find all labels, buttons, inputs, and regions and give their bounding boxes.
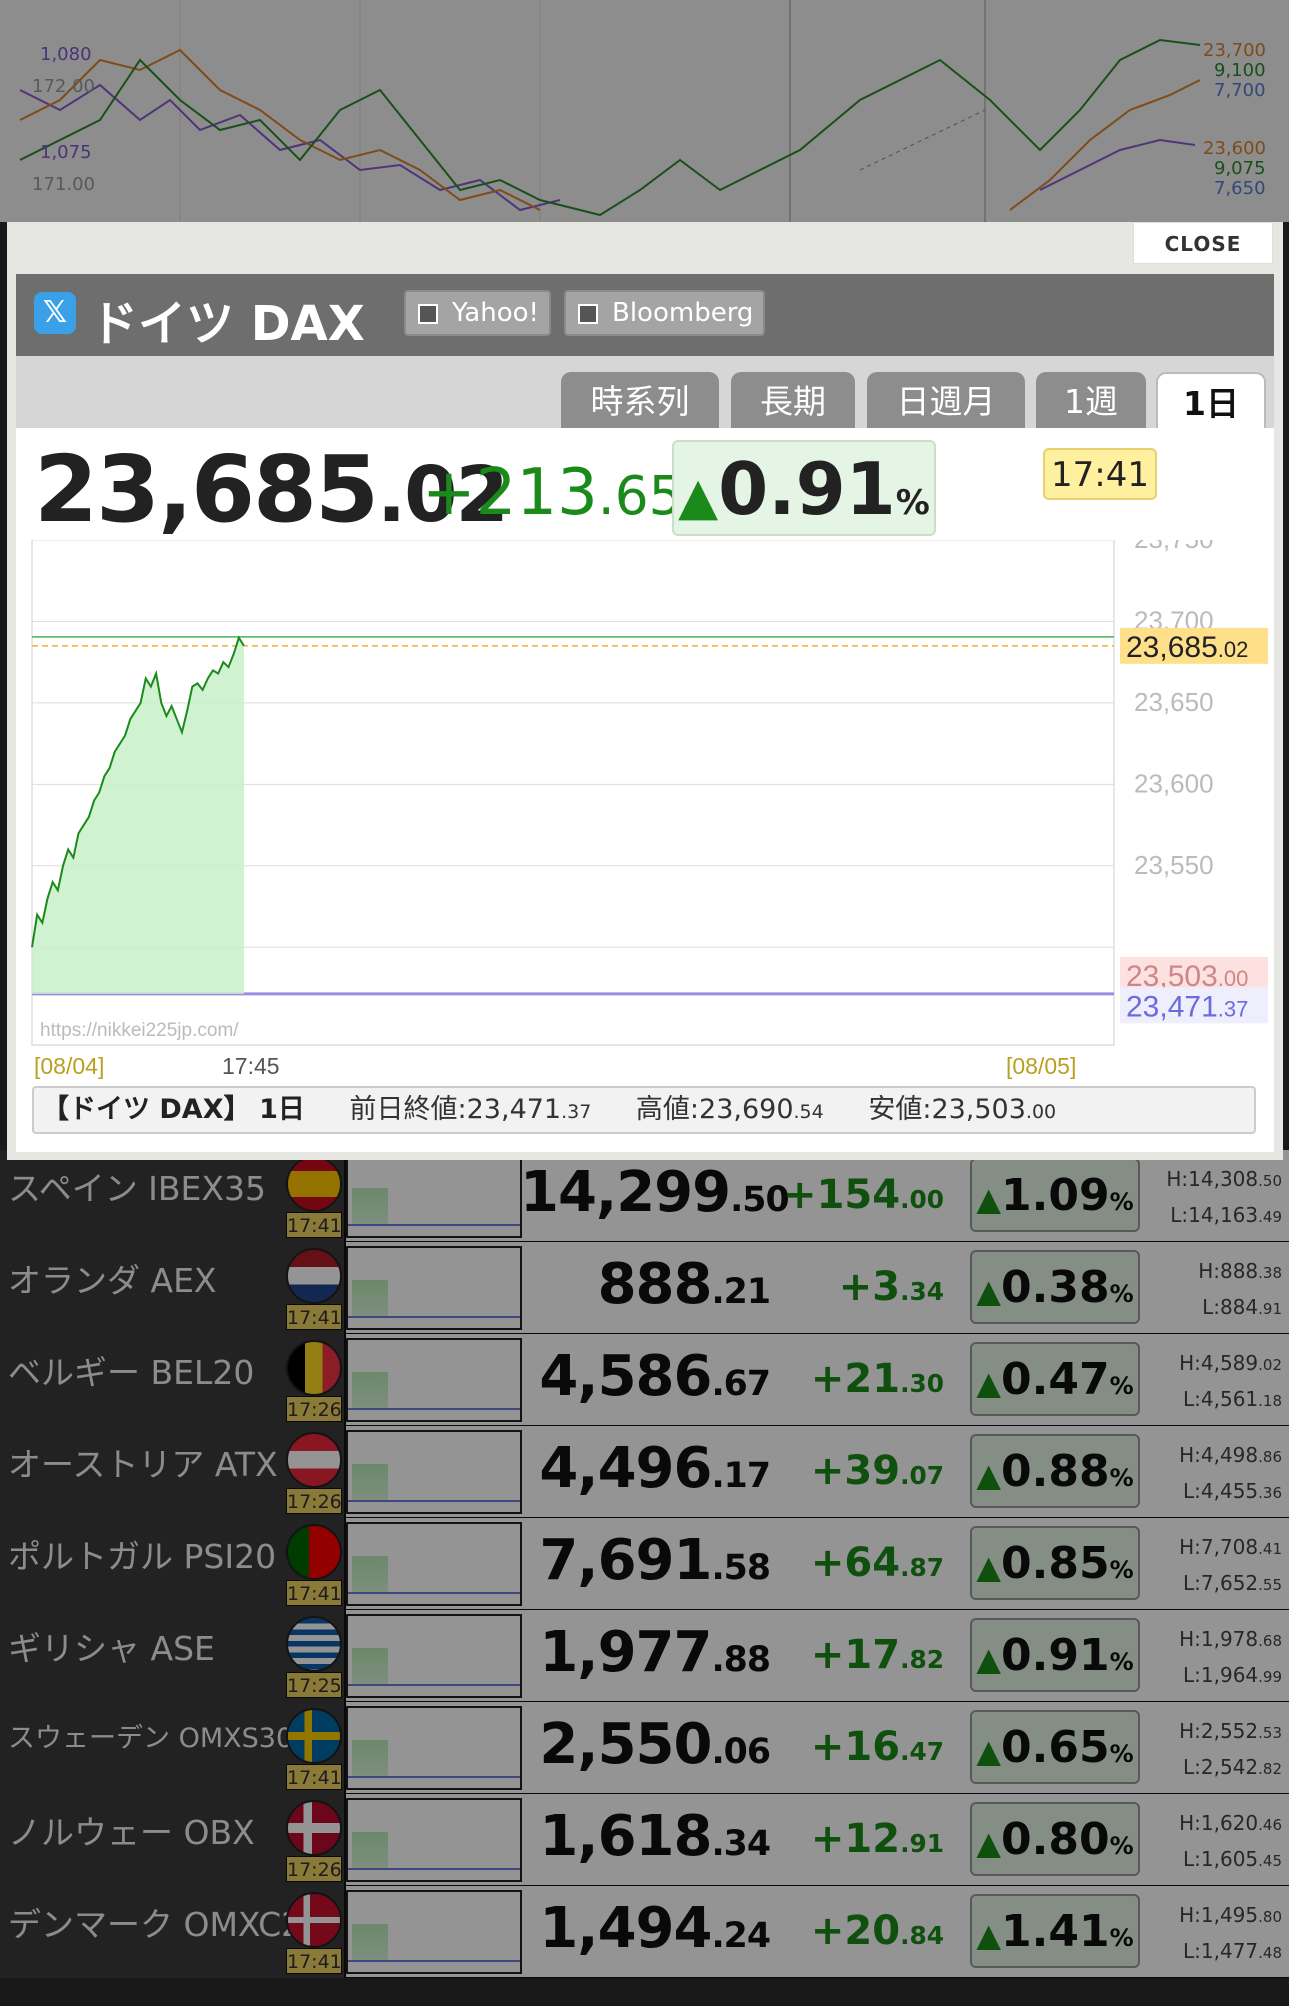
x-share-icon[interactable]: 𝕏	[34, 292, 76, 334]
quote-time: 17:41	[1043, 448, 1157, 500]
intraday-chart[interactable]: 23,75023,70023,65023,60023,550https://ni…	[16, 540, 1274, 1080]
external-link-icon	[418, 304, 438, 324]
tab-day-week-month[interactable]: 日週月	[867, 372, 1025, 428]
modal-header: 𝕏 ドイツ DAX Yahoo! Bloomberg	[16, 274, 1274, 356]
chart-panel: 23,685.02 +213.65 ▲0.91% 17:41 23,75023,…	[16, 428, 1274, 1152]
y-tick-label: 23,600	[1134, 768, 1214, 798]
stats-prev-close: 前日終値:23,471.37	[349, 1094, 592, 1125]
stats-bar: 【ドイツ DAX】 1日 前日終値:23,471.37 高値:23,690.54…	[32, 1086, 1256, 1134]
stats-title: 【ドイツ DAX】	[42, 1094, 251, 1125]
external-link-icon	[578, 304, 598, 324]
tab-timeseries[interactable]: 時系列	[561, 372, 719, 428]
tab-1-day[interactable]: 1日	[1156, 372, 1266, 428]
y-tick-label: 23,650	[1134, 687, 1214, 717]
y-tick-label: 23,550	[1134, 850, 1214, 880]
quote-modal: CLOSE 𝕏 ドイツ DAX Yahoo! Bloomberg 時系列 長期 …	[7, 222, 1283, 1160]
yahoo-link[interactable]: Yahoo!	[404, 290, 551, 336]
tab-1-week[interactable]: 1週	[1036, 372, 1146, 428]
up-arrow-icon: ▲	[678, 467, 719, 527]
x-tick-label: [08/04]	[34, 1053, 104, 1079]
watermark: https://nikkei225jp.com/	[40, 1020, 239, 1041]
close-button[interactable]: CLOSE	[1133, 222, 1273, 264]
stats-low: 安値:23,503.00	[868, 1094, 1057, 1125]
percent-change-badge: ▲0.91%	[672, 440, 936, 536]
stats-high: 高値:23,690.54	[635, 1094, 824, 1125]
period-tabs: 時系列 長期 日週月 1週 1日	[16, 356, 1274, 428]
bloomberg-link[interactable]: Bloomberg	[564, 290, 766, 336]
stats-period: 1日	[259, 1094, 305, 1125]
bloomberg-link-label: Bloomberg	[612, 298, 754, 328]
x-tick-label: [08/05]	[1006, 1053, 1076, 1079]
price-change: +213.65	[422, 456, 683, 530]
yahoo-link-label: Yahoo!	[452, 298, 539, 328]
y-tick-label: 23,750	[1134, 540, 1214, 554]
index-title: ドイツ DAX	[90, 296, 365, 352]
x-tick-label: 17:45	[222, 1053, 280, 1079]
tab-long-term[interactable]: 長期	[731, 372, 855, 428]
